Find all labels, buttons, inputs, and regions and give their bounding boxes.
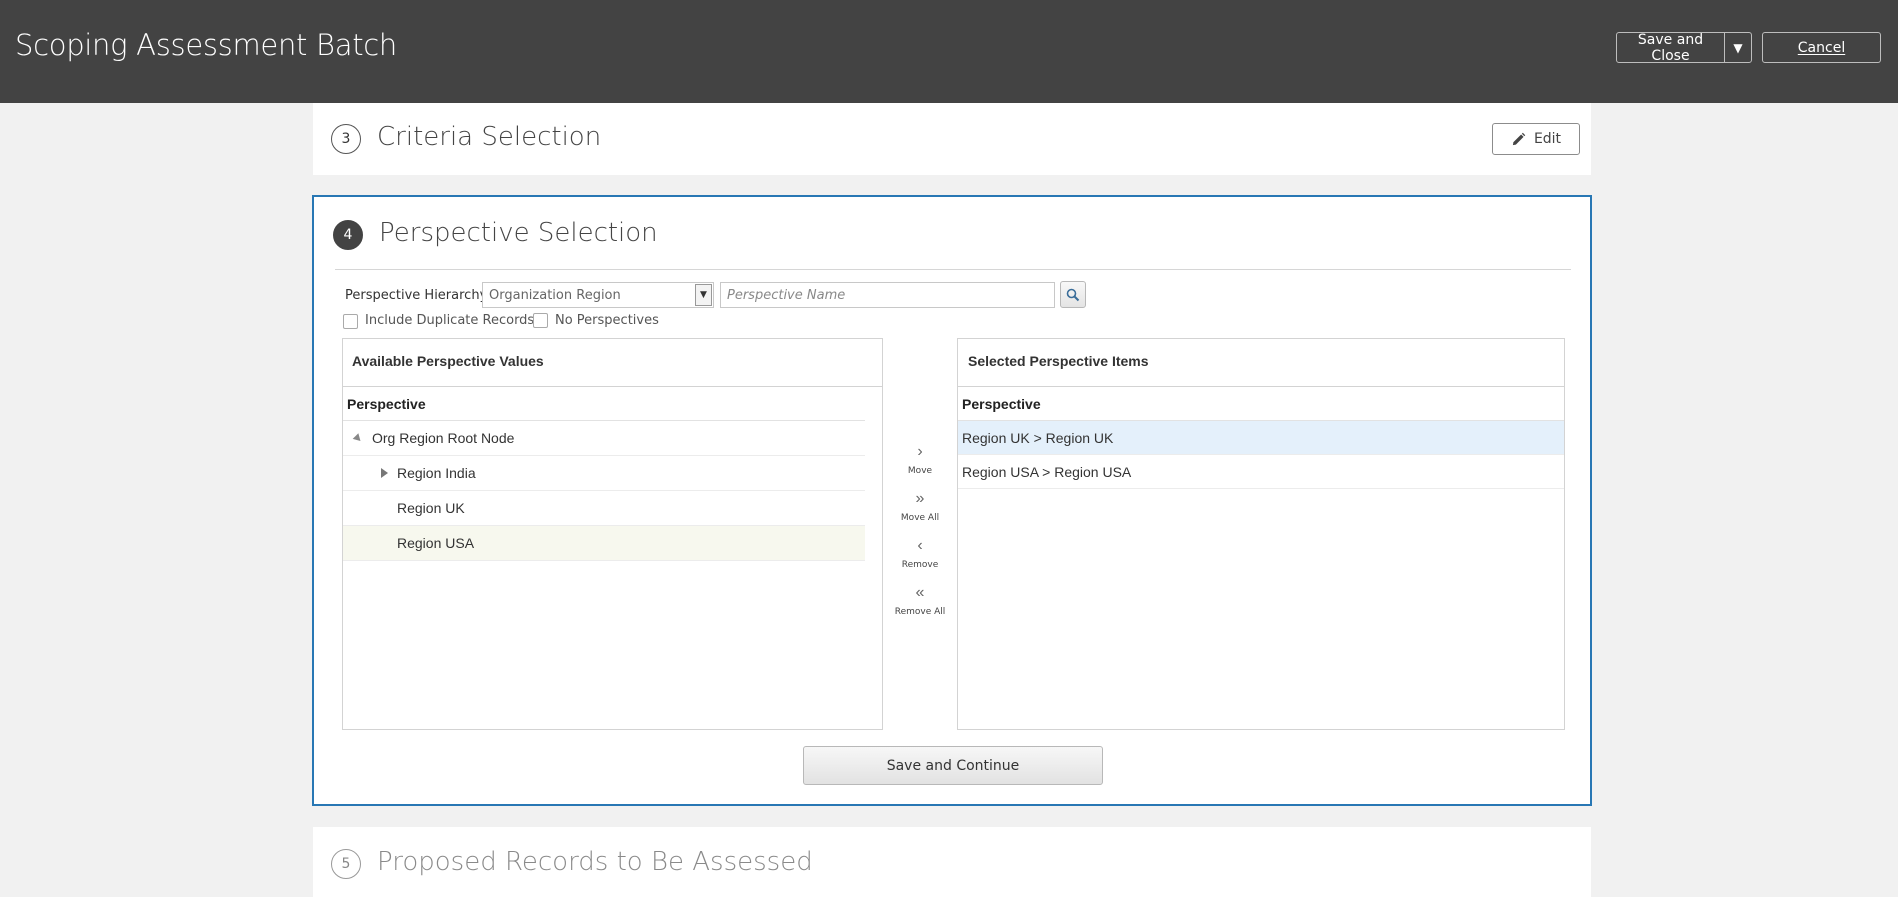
move-all-label: Move All (900, 513, 940, 523)
column-header: Perspective (347, 396, 426, 412)
selected-perspective-panel: Selected Perspective Items Perspective R… (957, 338, 1565, 730)
tree-row-label: Region USA (397, 535, 475, 551)
double-chevron-left-icon[interactable]: « (883, 585, 957, 601)
panel-divider (343, 386, 882, 387)
perspective-hierarchy-label: Perspective Hierarchy (345, 288, 488, 303)
perspective-name-input[interactable] (720, 282, 1055, 308)
remove-all-label: Remove All (894, 607, 946, 617)
tree-row-label: Region India (397, 465, 476, 481)
collapsed-triangle-icon[interactable] (381, 468, 395, 478)
pencil-icon (1512, 132, 1526, 145)
double-chevron-right-icon[interactable]: » (883, 491, 957, 507)
column-header: Perspective (962, 396, 1041, 412)
app-header: Scoping Assessment Batch Save and Close … (0, 0, 1898, 103)
search-icon (1066, 288, 1080, 301)
save-and-continue-button[interactable]: Save and Continue (803, 746, 1103, 785)
tree-row-root[interactable]: Org Region Root Node (343, 421, 865, 456)
proposed-records-section: 5 Proposed Records to Be Assessed (313, 827, 1591, 897)
selected-row-label: Region USA > Region USA (962, 463, 1132, 480)
save-and-close-label[interactable]: Save and Close (1617, 32, 1725, 64)
tree-row-label: Org Region Root Node (372, 430, 515, 446)
move-all-button[interactable]: » Move All (883, 491, 957, 524)
step-number: 4 (333, 220, 363, 250)
edit-button[interactable]: Edit (1492, 123, 1580, 155)
move-label: Move (907, 466, 933, 476)
chevron-right-icon[interactable]: › (883, 444, 957, 460)
include-duplicates-label: Include Duplicate Records (365, 313, 535, 328)
tree-row-label: Region UK (397, 500, 465, 516)
panel-title: Available Perspective Values (352, 353, 544, 369)
section-title: Criteria Selection (377, 122, 602, 152)
no-perspectives-label: No Perspectives (555, 313, 659, 328)
tree-row-usa[interactable]: Region USA (343, 526, 865, 561)
page-title: Scoping Assessment Batch (15, 28, 397, 62)
save-and-close-button[interactable]: Save and Close ▼ (1616, 32, 1752, 64)
remove-label: Remove (901, 560, 939, 570)
move-button[interactable]: › Move (883, 444, 957, 477)
no-perspectives-checkbox[interactable] (533, 313, 548, 328)
chevron-down-icon[interactable]: ▼ (1725, 33, 1751, 62)
edit-label: Edit (1533, 131, 1562, 147)
selected-row-usa[interactable]: Region USA > Region USA (958, 455, 1564, 489)
selected-row-label: Region UK > Region UK (962, 429, 1114, 446)
chevron-left-icon[interactable]: ‹ (883, 538, 957, 554)
tree-row-uk[interactable]: Region UK (343, 491, 865, 526)
section-divider (335, 269, 1571, 270)
tree-row-india[interactable]: Region India (343, 456, 865, 491)
step-number: 5 (331, 849, 361, 879)
section-title: Proposed Records to Be Assessed (377, 847, 813, 877)
chevron-down-icon[interactable]: ▼ (695, 284, 712, 306)
perspective-hierarchy-select[interactable]: Organization Region ▼ (482, 282, 714, 308)
selected-row-uk[interactable]: Region UK > Region UK (958, 421, 1564, 455)
panel-title: Selected Perspective Items (968, 353, 1149, 369)
available-perspective-panel: Available Perspective Values Perspective… (342, 338, 883, 730)
perspective-selection-section: 4 Perspective Selection Perspective Hier… (312, 195, 1592, 806)
section-title: Perspective Selection (379, 218, 658, 248)
cancel-button[interactable]: Cancel (1762, 32, 1881, 63)
remove-button[interactable]: ‹ Remove (883, 538, 957, 571)
panel-divider (958, 386, 1564, 387)
remove-all-button[interactable]: « Remove All (883, 585, 957, 618)
step-number: 3 (331, 124, 361, 154)
include-duplicates-checkbox[interactable] (343, 314, 358, 329)
expanded-triangle-icon[interactable] (352, 432, 368, 444)
hierarchy-selected-value: Organization Region (489, 287, 621, 303)
search-button[interactable] (1060, 281, 1086, 308)
criteria-selection-section: 3 Criteria Selection Edit (313, 103, 1591, 175)
